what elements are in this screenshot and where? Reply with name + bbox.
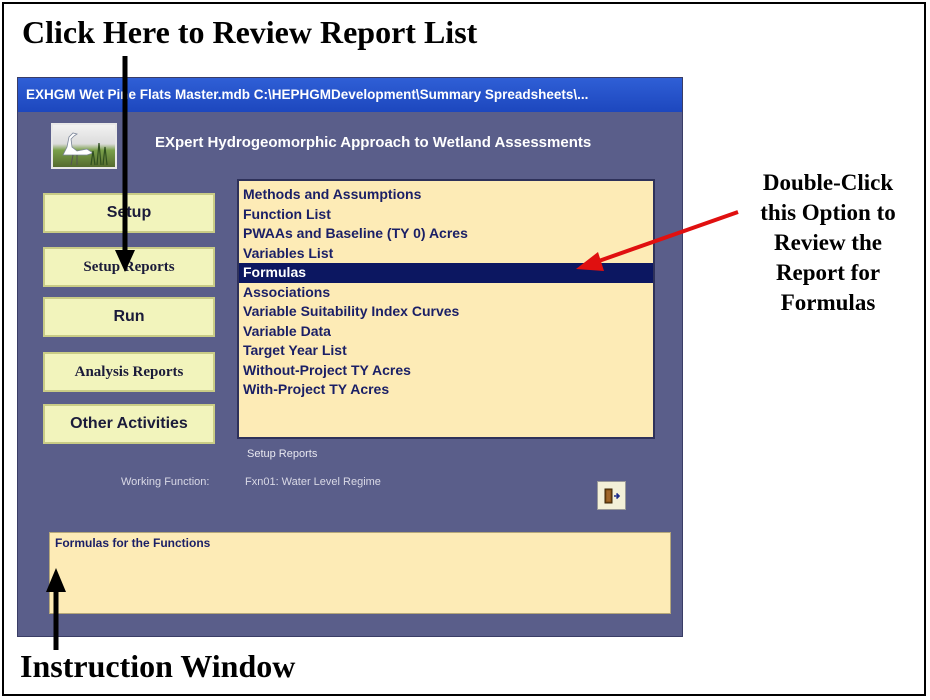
annotation-right: Double-Click this Option to Review the R… bbox=[728, 168, 928, 318]
exit-door-icon bbox=[604, 488, 620, 503]
annotation-bottom: Instruction Window bbox=[20, 648, 296, 684]
list-item[interactable]: Target Year List bbox=[239, 341, 653, 361]
report-listbox[interactable]: Methods and Assumptions Function List PW… bbox=[237, 179, 655, 439]
list-item-selected[interactable]: Formulas bbox=[239, 263, 653, 283]
list-item[interactable]: Associations bbox=[239, 283, 653, 303]
window-titlebar: EXHGM Wet Pine Flats Master.mdb C:\HEPHG… bbox=[18, 78, 682, 112]
list-item[interactable]: Without-Project TY Acres bbox=[239, 361, 653, 381]
app-window: EXHGM Wet Pine Flats Master.mdb C:\HEPHG… bbox=[17, 77, 683, 637]
other-activities-button[interactable]: Other Activities bbox=[43, 404, 215, 444]
working-function-value: Fxn01: Water Level Regime bbox=[245, 476, 381, 488]
list-item[interactable]: Methods and Assumptions bbox=[239, 185, 653, 205]
list-item[interactable]: Function List bbox=[239, 205, 653, 225]
annotation-right-line: Formulas bbox=[780, 290, 876, 315]
annotation-right-line: Double-Click bbox=[762, 170, 894, 195]
annotation-right-line: Report for bbox=[775, 260, 881, 285]
annotation-right-line: this Option to bbox=[760, 200, 896, 225]
list-caption: Setup Reports bbox=[247, 448, 318, 460]
analysis-reports-button[interactable]: Analysis Reports bbox=[43, 352, 215, 392]
setup-reports-button[interactable]: Setup Reports bbox=[43, 247, 215, 287]
list-item[interactable]: With-Project TY Acres bbox=[239, 380, 653, 400]
instruction-window: Formulas for the Functions bbox=[49, 532, 671, 614]
setup-button[interactable]: Setup bbox=[43, 193, 215, 233]
annotation-top: Click Here to Review Report List bbox=[22, 14, 478, 50]
list-item[interactable]: Variables List bbox=[239, 244, 653, 264]
exit-button[interactable] bbox=[597, 481, 626, 510]
window-title: EXHGM Wet Pine Flats Master.mdb C:\HEPHG… bbox=[26, 87, 589, 102]
list-item[interactable]: PWAAs and Baseline (TY 0) Acres bbox=[239, 224, 653, 244]
heron-logo-icon bbox=[51, 123, 117, 169]
heron-icon bbox=[62, 132, 108, 166]
working-function-label: Working Function: bbox=[121, 476, 210, 488]
list-item[interactable]: Variable Suitability Index Curves bbox=[239, 302, 653, 322]
list-item[interactable]: Variable Data bbox=[239, 322, 653, 342]
app-title: EXpert Hydrogeomorphic Approach to Wetla… bbox=[155, 134, 592, 151]
run-button[interactable]: Run bbox=[43, 297, 215, 337]
annotation-right-line: Review the bbox=[774, 230, 882, 255]
instruction-text: Formulas for the Functions bbox=[55, 536, 211, 550]
